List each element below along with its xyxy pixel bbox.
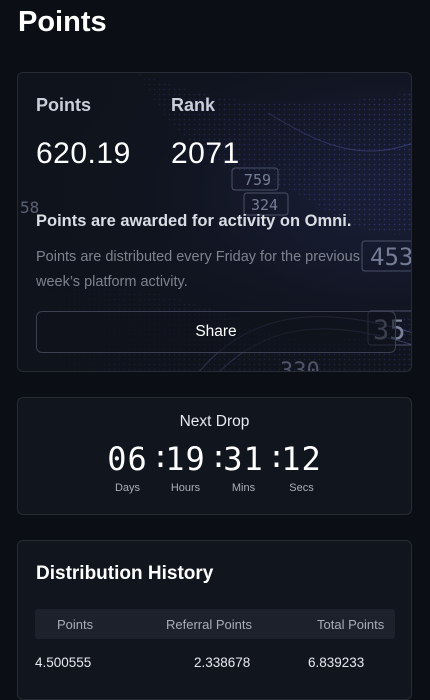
days-value: 06 xyxy=(107,440,148,478)
column-header-total-points: Total Points xyxy=(317,617,385,632)
secs-label: Secs xyxy=(289,482,314,494)
distribution-history-title: Distribution History xyxy=(36,563,214,584)
cell-total-points: 6.839233 xyxy=(308,655,365,670)
hours-label: Hours xyxy=(170,482,201,494)
decor-number: 759 xyxy=(244,171,271,189)
column-header-referral-points: Referral Points xyxy=(166,617,252,632)
awarded-title: Points are awarded for activity on Omni. xyxy=(36,212,352,230)
countdown-timer: 06 Days : 19 Hours : 31 Mins : 12 Secs xyxy=(18,440,411,494)
countdown-separator: : xyxy=(209,440,228,475)
mins-label: Mins xyxy=(231,482,256,494)
countdown-separator: : xyxy=(151,440,170,475)
hours-value: 19 xyxy=(165,440,206,478)
points-summary-card: 759 324 58 453 35 330 Points 620.19 Rank… xyxy=(17,72,412,372)
column-header-points: Points xyxy=(57,617,94,632)
cell-referral-points: 2.338678 xyxy=(194,655,251,670)
share-button[interactable]: Share xyxy=(36,311,396,353)
points-value: 620.19 xyxy=(36,137,131,170)
next-drop-title: Next Drop xyxy=(179,413,250,430)
mins-value: 31 xyxy=(223,440,264,478)
points-label: Points xyxy=(36,95,92,115)
rank-value: 2071 xyxy=(171,137,240,170)
awarded-description: Points are distributed every Friday for … xyxy=(36,249,360,290)
next-drop-card: Next Drop 06 Days : 19 Hours : 31 Mins :… xyxy=(17,397,412,515)
decor-number: 330 xyxy=(280,359,320,372)
countdown-separator: : xyxy=(267,440,286,475)
distribution-history-card: Distribution History Points Referral Poi… xyxy=(17,540,412,700)
cell-points: 4.500555 xyxy=(35,655,92,670)
countdown-mins: 31 Mins xyxy=(220,440,268,494)
secs-value: 12 xyxy=(281,440,322,478)
days-label: Days xyxy=(114,482,141,494)
table-header: Points Referral Points Total Points xyxy=(35,609,395,639)
countdown-days: 06 Days xyxy=(104,440,152,494)
countdown-hours: 19 Hours xyxy=(162,440,210,494)
rank-label: Rank xyxy=(171,95,216,115)
countdown-secs: 12 Secs xyxy=(278,440,326,494)
page-title: Points xyxy=(18,6,107,38)
